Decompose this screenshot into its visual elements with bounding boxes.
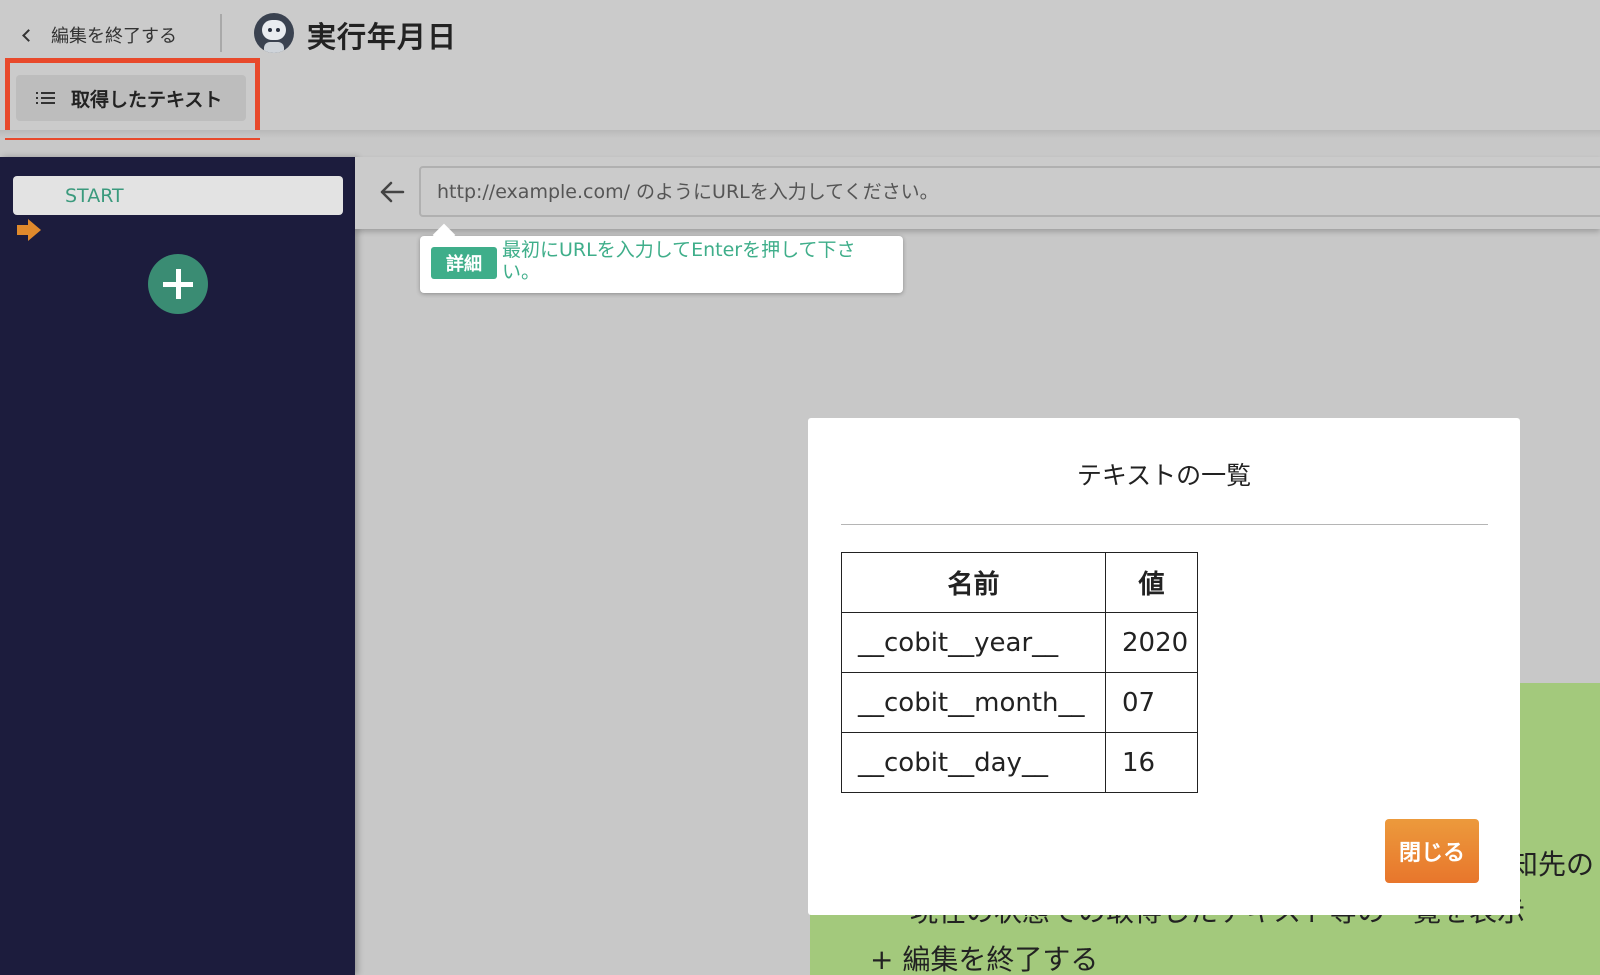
robot-avatar-icon [254, 13, 294, 53]
guide-line-3: + 編集を終了する [870, 943, 1099, 975]
start-label: START [65, 184, 124, 207]
header-shadow [0, 130, 1600, 138]
header-divider [220, 14, 222, 52]
table-row: __cobit__day__ 16 [841, 732, 1198, 793]
cell-value: 16 [1105, 732, 1198, 793]
column-header-value: 値 [1105, 552, 1198, 613]
column-header-name: 名前 [841, 552, 1106, 613]
text-table: 名前 値 __cobit__year__ 2020 __cobit__month… [841, 552, 1198, 793]
table-header-row: 名前 値 [841, 552, 1198, 613]
page-title: 実行年月日 [307, 20, 458, 54]
tooltip-text: 最初にURLを入力してEnterを押して下さい。 [502, 239, 856, 283]
arrow-right-icon [17, 219, 41, 241]
start-block[interactable]: START [13, 176, 343, 215]
text-list-modal: テキストの一覧 名前 値 __cobit__year__ 2020 __cobi… [808, 418, 1520, 915]
detail-badge[interactable]: 詳細 [431, 247, 497, 279]
close-button[interactable]: 閉じる [1385, 819, 1479, 883]
add-step-button[interactable] [148, 254, 208, 314]
cell-value: 07 [1105, 672, 1198, 733]
cell-name: __cobit__day__ [841, 732, 1106, 793]
hint-tooltip: 詳細 最初にURLを入力してEnterを押して下さい。 [420, 236, 903, 293]
browser-bar [355, 157, 1600, 229]
flow-sidebar: START [0, 157, 355, 975]
app-header: 編集を終了する 実行年月日 取得したテキスト [0, 0, 1600, 140]
modal-title: テキストの一覧 [1076, 461, 1252, 490]
exit-edit-label: 編集を終了する [51, 26, 177, 47]
cell-name: __cobit__month__ [841, 672, 1106, 733]
cell-value: 2020 [1105, 612, 1198, 673]
list-icon [36, 91, 55, 105]
arrow-left-icon[interactable] [377, 177, 407, 207]
modal-divider [841, 524, 1488, 525]
chevron-left-icon [22, 28, 35, 42]
table-row: __cobit__month__ 07 [841, 672, 1198, 733]
guide-line-1: 知先の [1510, 848, 1595, 881]
url-input[interactable] [419, 166, 1600, 217]
extracted-text-label: 取得したテキスト [71, 88, 223, 111]
exit-edit-link[interactable]: 編集を終了する [18, 20, 177, 50]
extracted-text-button[interactable]: 取得したテキスト [16, 75, 246, 121]
table-row: __cobit__year__ 2020 [841, 612, 1198, 673]
cell-name: __cobit__year__ [841, 612, 1106, 673]
